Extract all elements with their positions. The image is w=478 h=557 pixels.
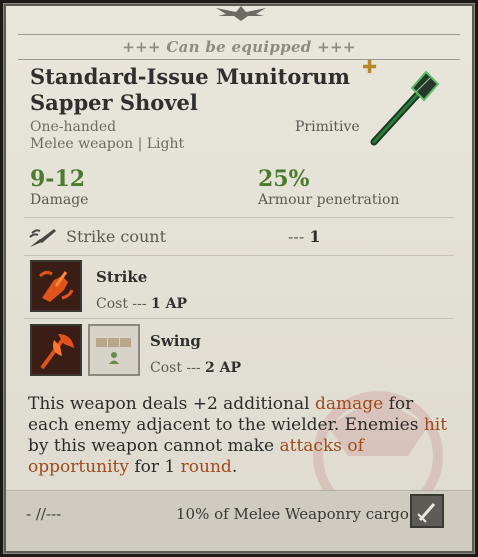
shovel-icon: [370, 70, 440, 146]
item-weight: - //---: [26, 505, 62, 523]
aim-pattern-icon: [88, 324, 140, 376]
item-tooltip-card: +++ Can be equipped +++ Standard-Issue M…: [3, 3, 475, 554]
ability-name-strike: Strike: [96, 268, 148, 286]
item-handedness: One-handed: [30, 119, 117, 135]
damage-label: Damage: [30, 192, 89, 208]
strike-count-label: Strike count: [66, 227, 167, 246]
divider: [24, 217, 454, 218]
cargo-info: 10% of Melee Weaponry cargo: [176, 505, 409, 523]
ability-name-swing: Swing: [150, 332, 201, 350]
item-description: This weapon deals +2 additional damage f…: [28, 394, 448, 477]
strike-ability-icon[interactable]: [30, 260, 82, 312]
item-category: Melee weapon | Light: [30, 136, 185, 152]
armour-penetration-value: 25%: [258, 166, 310, 192]
damage-value: 9-12: [30, 166, 86, 192]
knife-strike-icon: [29, 229, 56, 247]
divider: [24, 318, 454, 319]
ability-cost-strike: Cost --- 1 AP: [96, 296, 188, 312]
equip-status-banner: +++ Can be equipped +++: [18, 34, 460, 60]
strike-count-value: --- 1: [288, 227, 321, 246]
divider: [24, 255, 454, 256]
item-name: Standard-Issue Munitorum Sapper Shovel: [30, 64, 350, 115]
eagle-emblem-icon: [216, 6, 266, 21]
sword-cargo-icon[interactable]: [410, 494, 444, 528]
armour-penetration-label: Armour penetration: [258, 192, 400, 208]
axe-swing-icon[interactable]: [30, 324, 82, 376]
item-quality: Primitive: [295, 119, 360, 135]
ability-cost-swing: Cost --- 2 AP: [150, 360, 242, 376]
